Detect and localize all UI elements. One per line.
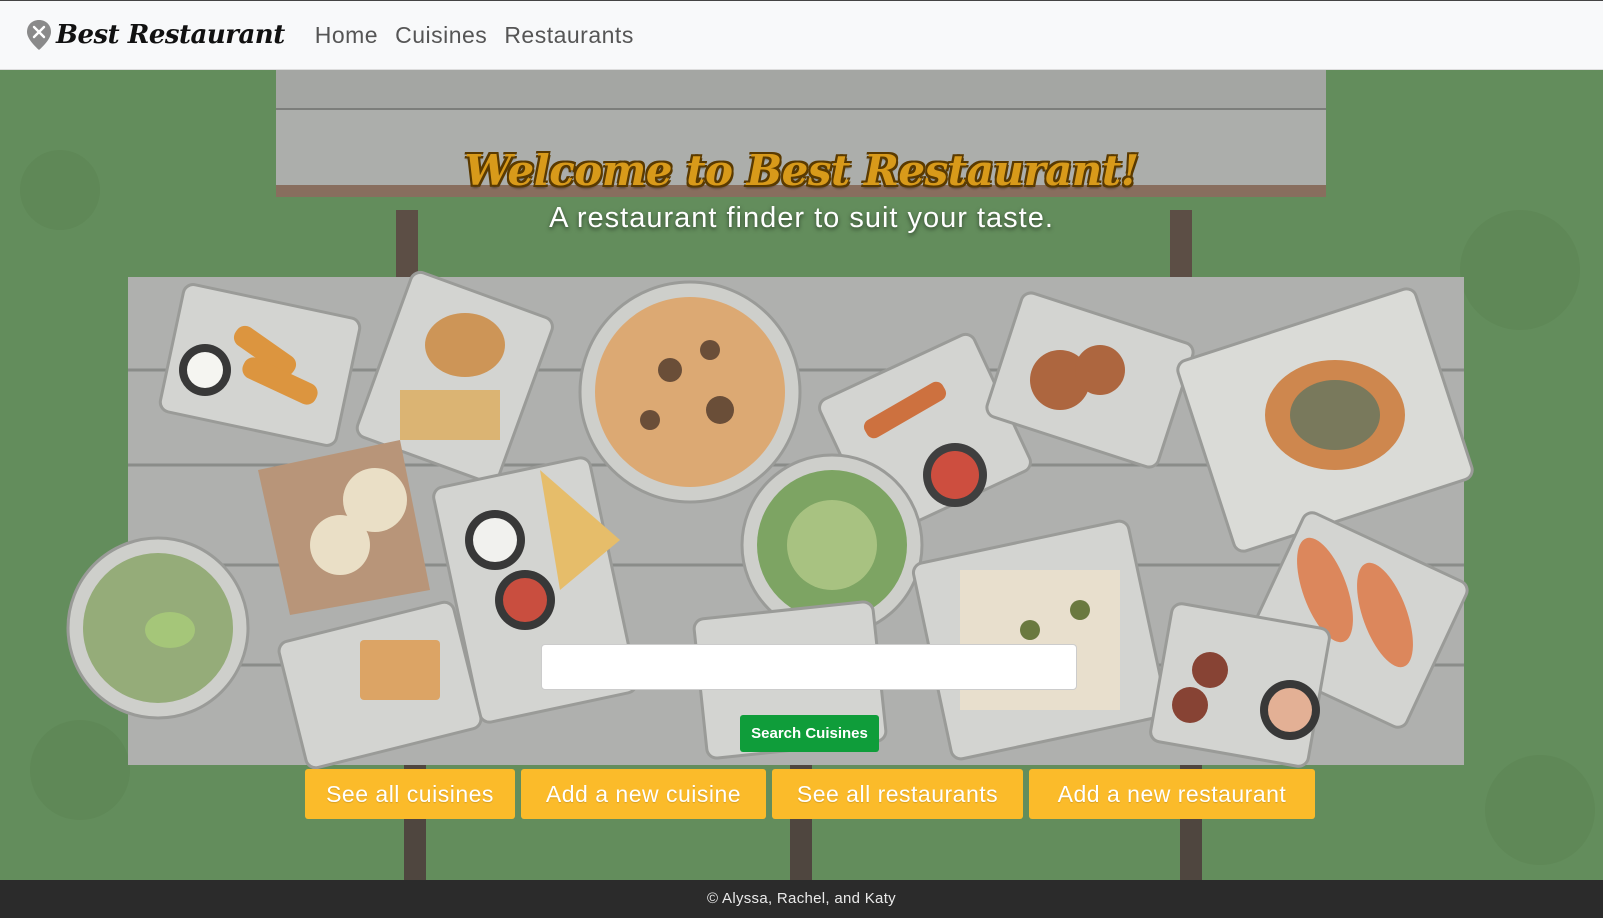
see-all-restaurants-button[interactable]: See all restaurants	[772, 769, 1023, 819]
nav-links: Home Cuisines Restaurants	[315, 22, 651, 49]
brand-name: Best Restaurant	[56, 20, 285, 50]
hero-section: Welcome to Best Restaurant! A restaurant…	[0, 70, 1603, 880]
nav-link-restaurants[interactable]: Restaurants	[504, 22, 634, 49]
hero-subtitle: A restaurant finder to suit your taste.	[549, 202, 1054, 234]
map-pin-utensils-icon	[27, 20, 51, 50]
see-all-cuisines-button[interactable]: See all cuisines	[305, 769, 515, 819]
add-new-restaurant-button[interactable]: Add a new restaurant	[1029, 769, 1315, 819]
footer-credits: © Alyssa, Rachel, and Katy	[707, 890, 896, 907]
navbar: Best Restaurant Home Cuisines Restaurant…	[0, 0, 1603, 70]
add-new-cuisine-button[interactable]: Add a new cuisine	[521, 769, 766, 819]
brand-link[interactable]: Best Restaurant	[26, 19, 285, 51]
nav-link-cuisines[interactable]: Cuisines	[395, 22, 487, 49]
footer: © Alyssa, Rachel, and Katy	[0, 880, 1603, 918]
cuisine-search-input[interactable]	[541, 644, 1077, 690]
action-buttons: See all cuisines Add a new cuisine See a…	[305, 769, 1321, 819]
hero-title: Welcome to Best Restaurant!	[464, 146, 1139, 195]
nav-link-home[interactable]: Home	[315, 22, 378, 49]
search-cuisines-button[interactable]: Search Cuisines	[740, 715, 879, 752]
